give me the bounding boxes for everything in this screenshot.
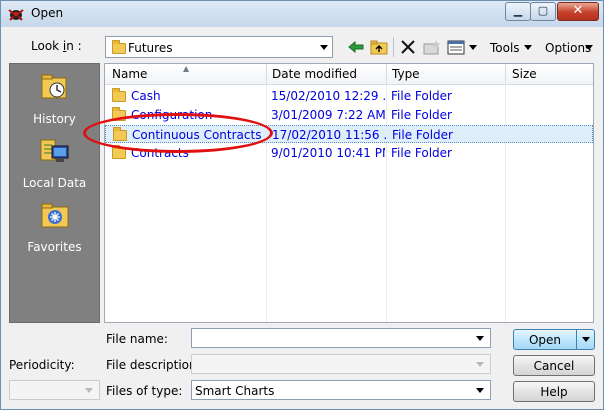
minimize-icon: ▁ [513,4,523,17]
maximize-button[interactable]: ▢ [530,2,556,21]
column-divider[interactable] [505,64,506,84]
look-in-value: Futures [128,41,173,55]
chevron-down-icon[interactable] [582,337,590,342]
sidebar-item-label: Local Data [22,176,87,190]
sidebar-item-label: Favorites [27,240,82,254]
file-date: 9/01/2010 10:41 PM [271,146,385,160]
sidebar-item-favorites[interactable]: Favorites [10,200,99,260]
file-name: Cash [131,89,161,103]
column-header-name[interactable]: Name [112,67,147,81]
look-in-dropdown[interactable]: Futures [105,36,333,58]
chevron-down-icon [85,388,93,393]
open-button[interactable]: Open [513,329,595,350]
file-description-input [191,354,491,374]
column-header-row: Name ▲ Date modified Type Size [105,64,593,85]
column-header-type[interactable]: Type [392,67,420,81]
cancel-button[interactable]: Cancel [513,355,595,376]
look-in-label: Look in : [31,39,82,53]
close-button[interactable]: ✕ [557,2,599,21]
file-type: File Folder [391,146,452,160]
chevron-down-icon[interactable] [469,45,477,50]
column-divider[interactable] [266,64,267,84]
column-header-date[interactable]: Date modified [272,67,357,81]
folder-icon [112,145,126,159]
toolbar-separator [393,37,394,57]
periodicity-dropdown [9,380,100,400]
favorites-icon [41,203,69,228]
sort-ascending-icon: ▲ [183,64,190,73]
split-divider [576,330,577,349]
minimize-button[interactable]: ▁ [505,2,531,21]
new-folder-icon[interactable] [422,37,442,57]
column-divider[interactable] [386,64,387,84]
file-list[interactable]: Name ▲ Date modified Type Size Cash 15/0… [104,63,594,323]
file-type: File Folder [392,128,453,142]
history-icon [41,74,67,99]
places-bar: History Local Data Favorites [9,63,100,323]
folder-icon [112,88,126,102]
title-bar[interactable]: Open ▁ ▢ ✕ [1,1,603,27]
chevron-down-icon [476,362,484,367]
file-type: File Folder [391,108,452,122]
delete-icon[interactable] [399,37,417,57]
chevron-down-icon[interactable] [524,45,532,50]
open-button-label: Open [528,333,562,347]
file-date: 3/01/2009 7:22 AM [271,108,385,122]
maximize-icon: ▢ [537,4,549,17]
file-description-label: File description: [106,358,201,372]
back-icon[interactable] [346,37,366,57]
up-folder-icon[interactable] [369,37,389,57]
files-of-type-label: Files of type: [106,384,183,398]
close-icon: ✕ [572,3,584,18]
app-logo-icon [8,9,24,21]
cancel-button-label: Cancel [533,359,575,373]
tools-menu[interactable]: Tools [490,41,520,55]
file-date: 15/02/2010 12:29 ... [271,89,385,103]
chevron-down-icon [476,388,484,393]
chevron-down-icon[interactable] [476,336,484,341]
file-name-label: File name: [106,332,168,346]
sidebar-item-local-data[interactable]: Local Data [10,136,99,196]
open-dialog: Open ▁ ▢ ✕ Look in : Futures Tools Optio… [0,0,604,410]
sidebar-item-history[interactable]: History [10,72,99,132]
chevron-down-icon[interactable] [585,45,593,50]
file-type: File Folder [391,89,452,103]
look-in-label-part: n : [66,39,82,53]
highlight-circle-annotation [83,113,273,153]
files-of-type-dropdown[interactable]: Smart Charts [191,380,491,400]
views-icon[interactable] [447,37,465,57]
periodicity-label: Periodicity: [9,358,75,372]
sidebar-item-label: History [33,112,76,126]
column-header-size[interactable]: Size [512,67,537,81]
help-button-label: Help [540,385,568,399]
file-name-input[interactable] [191,328,491,348]
file-date: 17/02/2010 11:56 ... [272,128,386,142]
chevron-down-icon [320,45,328,50]
tools-menu-label: Tools [490,41,520,55]
local-data-icon [40,139,69,162]
window-title: Open [31,6,64,20]
folder-icon [112,40,126,54]
look-in-label-part: Look [31,39,63,53]
help-button[interactable]: Help [513,381,595,402]
file-row-cash[interactable]: Cash 15/02/2010 12:29 ... File Folder [105,87,593,105]
files-of-type-value: Smart Charts [195,384,275,398]
